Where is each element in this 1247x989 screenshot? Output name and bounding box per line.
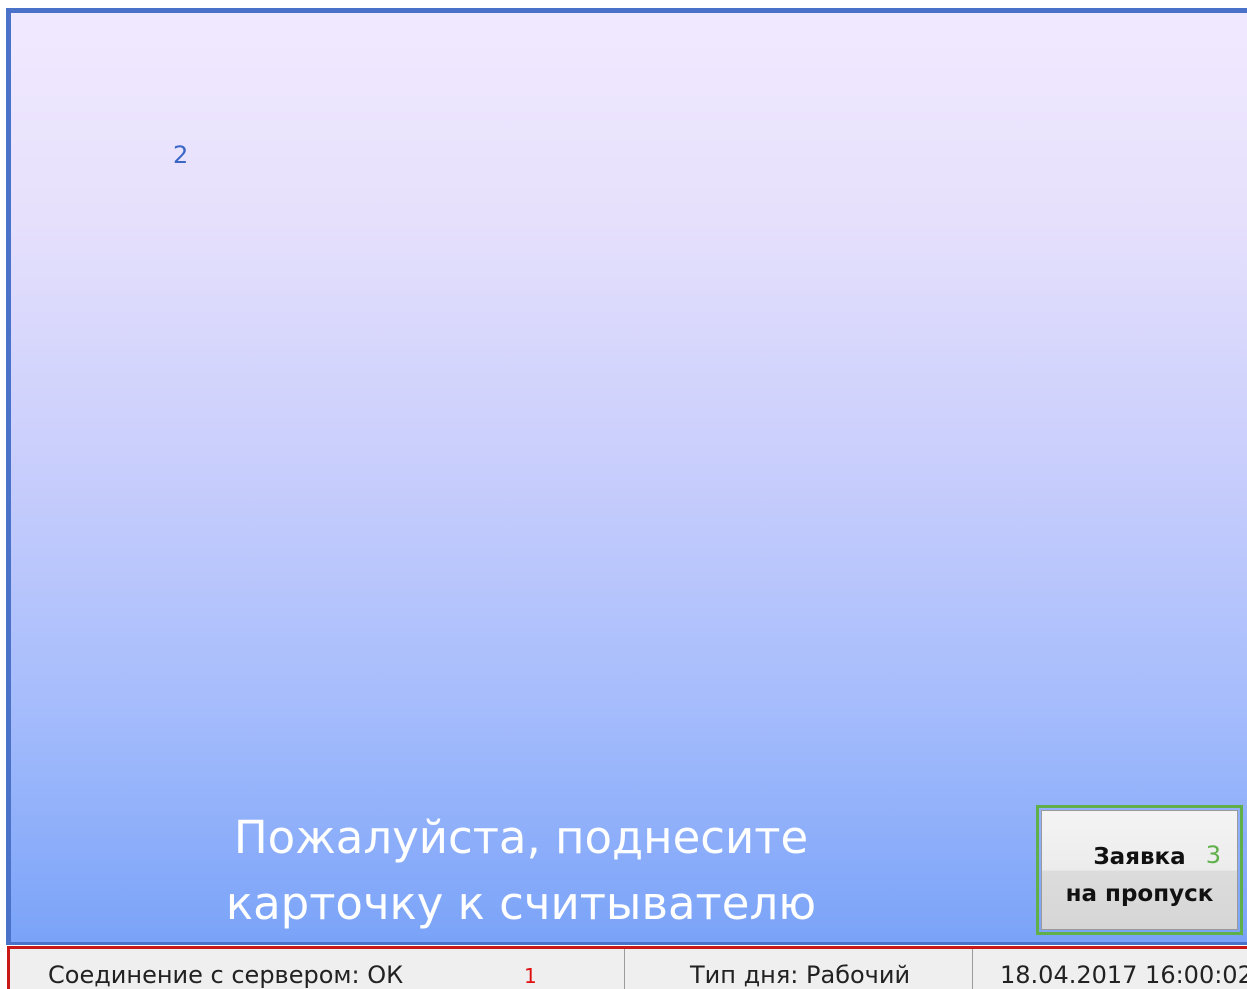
- annotation-marker-3: 3: [1205, 841, 1221, 869]
- card-prompt: Пожалуйста, поднесите карточку к считыва…: [161, 805, 881, 937]
- card-prompt-line2: карточку к считывателю: [225, 877, 817, 930]
- datetime-display: 18.04.2017 16:00:02: [1000, 961, 1247, 989]
- request-pass-button[interactable]: Заявка 3 на пропуск: [1041, 810, 1238, 930]
- status-bar: Соединение с сервером: ОК 1 Тип дня: Раб…: [7, 946, 1247, 989]
- day-type-status: Тип дня: Рабочий: [690, 961, 911, 989]
- status-divider: [972, 949, 973, 989]
- card-prompt-line1: Пожалуйста, поднесите: [233, 811, 809, 864]
- status-divider: [624, 949, 625, 989]
- request-pass-label-line2: на пропуск: [1065, 881, 1214, 907]
- annotation-marker-2: 2: [173, 141, 189, 169]
- kiosk-screen: 2 Пожалуйста, поднесите карточку к считы…: [0, 0, 1247, 989]
- annotation-marker-1: 1: [524, 964, 537, 988]
- request-pass-frame: Заявка 3 на пропуск: [1036, 805, 1243, 935]
- connection-status: Соединение с сервером: ОК: [48, 961, 404, 989]
